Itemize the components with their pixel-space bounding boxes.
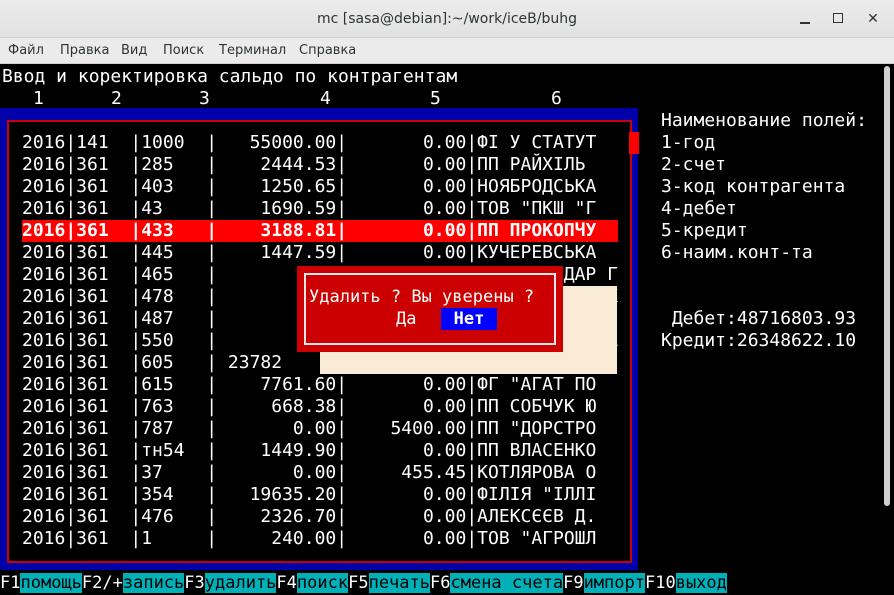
menu-bar: Файл Правка Вид Поиск Терминал Справка <box>0 38 894 64</box>
confirm-dialog-frame <box>304 273 556 345</box>
fields-legend-item: 5-кредит <box>661 220 748 241</box>
table-row[interactable]: 2016|361 |615 | 7761.60| 0.00|ФГ "АГАТ П… <box>22 374 596 396</box>
fkey-f1[interactable]: F1 <box>0 573 20 593</box>
column-number: 2 <box>111 88 122 109</box>
table-cell-name: ДАР Г <box>563 264 618 285</box>
fkey-label[interactable]: выход <box>675 573 727 593</box>
table-row[interactable]: 2016|361 |37 | 0.00| 455.45|КОТЛЯРОВА О <box>22 462 596 484</box>
no-button[interactable]: Нет <box>441 308 497 330</box>
fields-legend-item: 6-наим.конт-та <box>661 242 813 263</box>
close-button[interactable]: ✕ <box>862 8 884 30</box>
table-row[interactable]: 2016|361 |445 | 1447.59| 0.00|КУЧЕРЕВСЬК… <box>22 242 596 264</box>
table-row[interactable]: 2016|361 |тн54 | 1449.90| 0.00|ПП ВЛАСЕН… <box>22 440 596 462</box>
window-title: mc [sasa@debian]:~/work/iceB/buhg <box>317 11 577 27</box>
table-row[interactable]: 2016|361 |43 | 1690.59| 0.00|ТОВ "ПКШ "Г <box>22 198 596 220</box>
table-row[interactable]: 2016|361 |403 | 1250.65| 0.00|НОЯБРОДСЬК… <box>22 176 596 198</box>
fkey-label[interactable]: поиск <box>296 573 349 593</box>
table-row[interactable]: 2016|361 |476 | 2326.70| 0.00|АЛЕКСЄЄВ Д… <box>22 506 596 528</box>
menu-search[interactable]: Поиск <box>163 38 204 64</box>
scroll-marker <box>629 132 639 154</box>
column-number: 1 <box>33 88 44 109</box>
terminal-window: mc [sasa@debian]:~/work/iceB/buhg ✕ Файл… <box>0 0 894 595</box>
table-row[interactable]: 2016|361 |550 | <box>22 330 217 352</box>
close-icon: ✕ <box>867 11 879 27</box>
debit-total: Дебет:48716803.93 <box>661 308 857 329</box>
maximize-button[interactable] <box>828 8 850 30</box>
fkey-f6[interactable]: F6 <box>430 573 450 593</box>
fkey-f3[interactable]: F3 <box>184 573 204 593</box>
table-row[interactable]: 2016|361 |465 | <box>22 264 217 286</box>
function-key-bar: F1помощьF2/+записьF3удалитьF4поискF5печа… <box>0 572 727 594</box>
table-row[interactable]: 2016|361 |478 | <box>22 286 217 308</box>
table-row[interactable]: 2016|361 |763 | 668.38| 0.00|ПП СОБЧУК Ю <box>22 396 596 418</box>
fkey-f4[interactable]: F4 <box>276 573 296 593</box>
fields-legend-title: Наименование полей: <box>661 110 867 131</box>
maximize-icon <box>833 13 843 23</box>
table-row[interactable]: 2016|361 |285 | 2444.53| 0.00|ПП РАЙХІЛЬ <box>22 154 586 176</box>
column-number: 3 <box>199 88 210 109</box>
minimize-button[interactable] <box>794 8 816 30</box>
scrollbar[interactable] <box>884 66 890 506</box>
column-number: 4 <box>320 88 331 109</box>
credit-total: Кредит:26348622.10 <box>661 330 857 351</box>
menu-help[interactable]: Справка <box>299 38 356 64</box>
screen-heading: Ввод и коректировка сальдо по контрагент… <box>2 66 458 87</box>
fields-legend-item: 2-счет <box>661 154 727 175</box>
column-number: 5 <box>430 88 441 109</box>
fields-legend-item: 3-код контрагента <box>661 176 846 197</box>
table-row[interactable]: 2016|361 |787 | 0.00| 5400.00|ПП "ДОРСТР… <box>22 418 596 440</box>
fkey-label[interactable]: печать <box>368 573 430 593</box>
fkey-f5[interactable]: F5 <box>348 573 368 593</box>
menu-file[interactable]: Файл <box>8 38 44 64</box>
fkey-f9[interactable]: F9 <box>563 573 583 593</box>
fkey-label[interactable]: удалить <box>204 573 277 593</box>
menu-terminal[interactable]: Терминал <box>219 38 286 64</box>
fkey-label[interactable]: импорт <box>583 573 645 593</box>
column-number: 6 <box>551 88 562 109</box>
menu-view[interactable]: Вид <box>121 38 147 64</box>
table-row-selected[interactable]: 2016|361 |433 | 3188.81| 0.00|ПП ПРОКОПЧ… <box>22 220 618 242</box>
title-bar[interactable]: mc [sasa@debian]:~/work/iceB/buhg ✕ <box>0 0 894 38</box>
fkey-f2[interactable]: F2/+ <box>82 573 123 593</box>
yes-button[interactable]: Да <box>396 308 416 330</box>
table-row[interactable]: 2016|361 |354 | 19635.20| 0.00|ФІЛІЯ "ІЛ… <box>22 484 596 506</box>
menu-edit[interactable]: Правка <box>60 38 109 64</box>
table-row[interactable]: 2016|361 |1 | 240.00| 0.00|ТОВ "АГРОШЛ <box>22 528 596 550</box>
confirm-question: Удалить ? Вы уверены ? <box>309 287 535 307</box>
fkey-f10[interactable]: F10 <box>645 573 676 593</box>
fields-legend-item: 1-год <box>661 132 716 153</box>
minimize-icon <box>800 22 810 24</box>
table-row[interactable]: 2016|141 |1000 | 55000.00| 0.00|ФІ У СТА… <box>22 132 596 154</box>
fkey-label[interactable]: помощь <box>20 573 82 593</box>
fkey-label[interactable]: запись <box>122 573 185 593</box>
fkey-label[interactable]: смена счета <box>450 573 564 593</box>
fields-legend-item: 4-дебет <box>661 198 737 219</box>
table-row[interactable]: 2016|361 |605 | 23782 <box>22 352 282 374</box>
table-row[interactable]: 2016|361 |487 | <box>22 308 217 330</box>
